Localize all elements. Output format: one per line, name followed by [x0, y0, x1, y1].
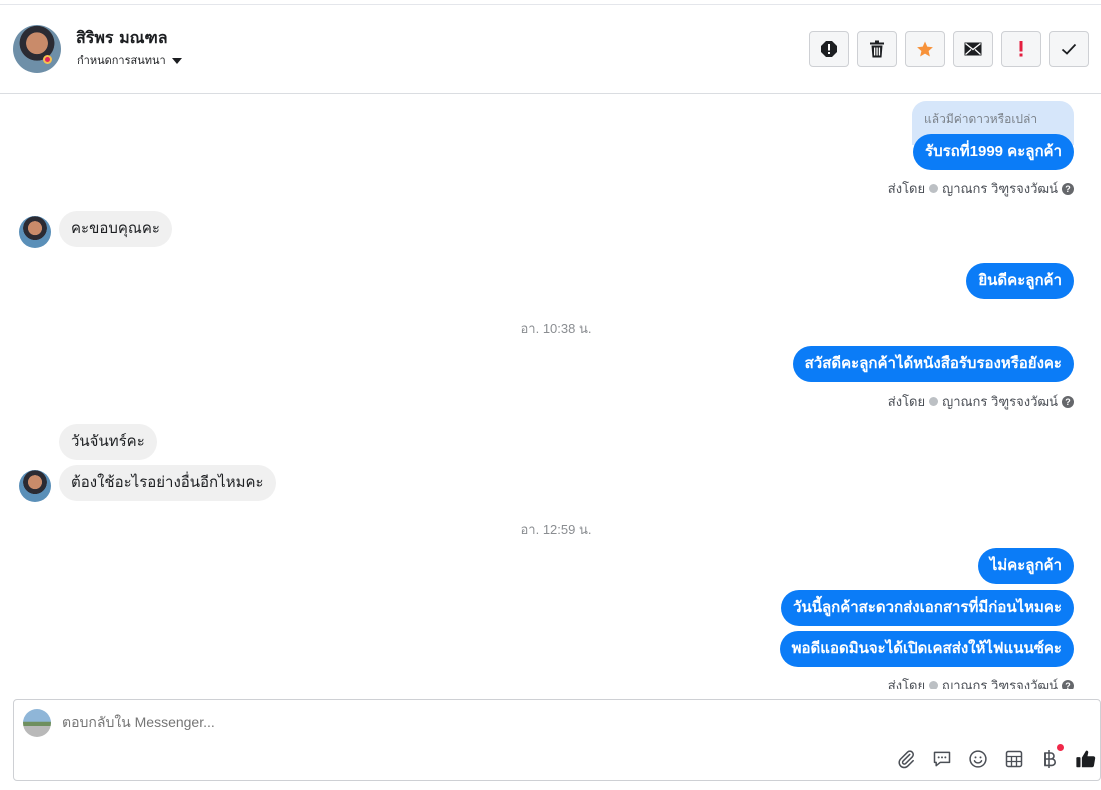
- contact-name[interactable]: สิริพร มณฑล: [76, 26, 168, 51]
- report-button[interactable]: [809, 31, 849, 67]
- thumbs-up-icon: [1076, 750, 1096, 768]
- agent-name: ญาณกร วิฑูรจงวัฒน์: [942, 678, 1058, 689]
- notification-dot: [1057, 744, 1064, 751]
- delete-button[interactable]: [857, 31, 897, 67]
- envelope-icon: [964, 42, 982, 56]
- baht-icon: [1044, 750, 1056, 768]
- sent-by-info: ส่งโดย ญาณกร วิฑูรจงวัฒน์ ?: [888, 675, 1074, 689]
- outgoing-message[interactable]: พอดีแอดมินจะได้เปิดเคสส่งให้ไฟแนนซ์คะ: [779, 631, 1074, 667]
- emoji-button[interactable]: [967, 748, 989, 770]
- emoji-icon: [969, 750, 987, 768]
- reply-input[interactable]: [62, 714, 662, 730]
- spam-button[interactable]: [1001, 31, 1041, 67]
- done-button[interactable]: [1049, 31, 1089, 67]
- star-button[interactable]: [905, 31, 945, 67]
- help-icon[interactable]: ?: [1062, 182, 1074, 195]
- checkmark-icon: [1061, 43, 1077, 55]
- mark-unread-button[interactable]: [953, 31, 993, 67]
- trash-icon: [870, 40, 884, 58]
- attach-button[interactable]: [895, 748, 917, 770]
- outgoing-message[interactable]: สวัสดีคะลูกค้าได้หนังสือรับรองหรือยังคะ: [792, 346, 1074, 382]
- table-button[interactable]: [1003, 748, 1025, 770]
- like-button[interactable]: [1075, 748, 1097, 770]
- reply-composer: [13, 699, 1101, 781]
- schedule-label: กำหนดการสนทนา: [77, 55, 166, 67]
- sent-by-label: ส่งโดย: [887, 678, 926, 689]
- schedule-dropdown[interactable]: กำหนดการสนทนา: [77, 51, 182, 69]
- contact-avatar[interactable]: [13, 25, 61, 73]
- sent-by-label: ส่งโดย: [887, 181, 926, 196]
- outgoing-message[interactable]: รับรถที่1999 คะลูกค้า: [913, 134, 1074, 170]
- sent-by-info: ส่งโดย ญาณกร วิฑูรจงวัฒน์ ?: [888, 178, 1074, 199]
- help-icon[interactable]: ?: [1062, 395, 1074, 408]
- table-icon: [1005, 750, 1023, 768]
- timestamp: อา. 10:38 น.: [520, 321, 592, 336]
- sent-by-info: ส่งโดย ญาณกร วิฑูรจงวัฒน์ ?: [888, 391, 1074, 412]
- saved-replies-button[interactable]: [931, 748, 953, 770]
- verified-icon: [929, 681, 939, 689]
- agent-name: ญาณกร วิฑูรจงวัฒน์: [942, 181, 1058, 196]
- agent-name: ญาณกร วิฑูรจงวัฒน์: [942, 394, 1058, 409]
- saved-reply-icon: [933, 751, 951, 767]
- timestamp: อา. 12:59 น.: [520, 522, 592, 537]
- help-icon[interactable]: ?: [1062, 679, 1074, 689]
- outgoing-message[interactable]: ยินดีคะลูกค้า: [966, 263, 1074, 299]
- incoming-message[interactable]: ต้องใช้อะไรอย่างอื่นอีกไหมคะ: [59, 465, 276, 501]
- incoming-message[interactable]: วันจันทร์คะ: [59, 424, 157, 460]
- contact-avatar-small[interactable]: [19, 470, 51, 502]
- incoming-message[interactable]: คะขอบคุณคะ: [59, 211, 172, 247]
- outgoing-message[interactable]: วันนี้ลูกค้าสะดวกส่งเอกสารที่มีก่อนไหมคะ: [781, 590, 1074, 626]
- star-icon: [917, 41, 933, 57]
- verified-icon: [929, 184, 939, 193]
- contact-avatar-small[interactable]: [19, 216, 51, 248]
- verified-icon: [929, 397, 939, 406]
- message-thread[interactable]: แล้วมีค่าดาวหรือเปล่า รับรถที่1999 คะลูก…: [0, 95, 1101, 689]
- sent-by-label: ส่งโดย: [887, 394, 926, 409]
- payment-button[interactable]: [1039, 748, 1061, 770]
- alert-circle-icon: [821, 41, 837, 57]
- paperclip-icon: [898, 750, 914, 769]
- conversation-header: สิริพร มณฑล กำหนดการสนทนา: [0, 5, 1101, 94]
- page-avatar: [23, 709, 51, 737]
- exclamation-icon: [1019, 41, 1023, 57]
- outgoing-message[interactable]: ไม่คะลูกค้า: [977, 548, 1074, 584]
- caret-down-icon: [171, 57, 182, 64]
